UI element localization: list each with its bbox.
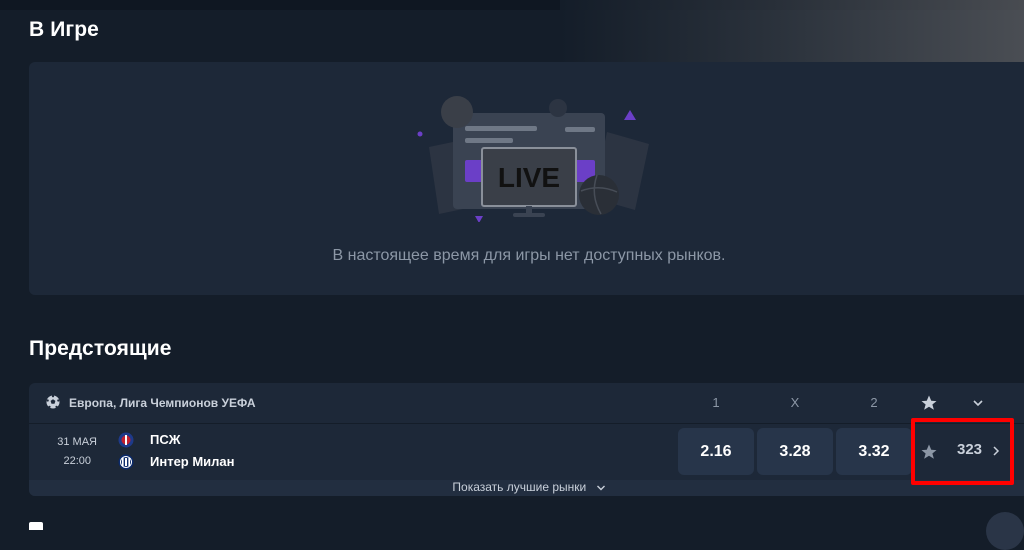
header-background-image [560,0,1024,62]
column-label-x: X [790,395,800,410]
soccer-ball-icon [46,395,60,409]
odd-button-1[interactable]: 2.16 [678,428,754,475]
live-illustration: LIVE [417,96,649,222]
event-date: 31 МАЯ [57,436,97,448]
league-name: Европа, Лига Чемпионов УЕФА [69,396,256,410]
inter-badge-icon [118,454,134,470]
chevron-down-icon[interactable] [972,397,984,409]
next-section-title-partial [29,522,43,530]
live-badge-text: LIVE [498,162,560,193]
home-team-name: ПСЖ [150,432,181,447]
away-team-name: Интер Милан [150,454,235,469]
live-empty-panel: LIVE В настоящее время для игры нет дост… [29,62,1024,295]
show-best-markets-button[interactable]: Показать лучшие рынки [29,480,1024,496]
psg-badge-icon [118,432,134,448]
column-label-1: 1 [712,395,720,410]
show-best-markets-label: Показать лучшие рынки [452,480,587,494]
league-card: Европа, Лига Чемпионов УЕФА 1 X 2 31 МАЯ… [29,383,1024,496]
no-markets-message: В настоящее время для игры нет доступных… [332,247,726,264]
league-header[interactable]: Европа, Лига Чемпионов УЕФА 1 X 2 [29,383,1024,424]
chevron-down-icon [596,485,605,491]
upcoming-section-title: Предстоящие [29,337,172,360]
live-section-title: В Игре [29,18,99,41]
event-row[interactable]: 31 МАЯ 22:00 ПСЖ Интер Милан 2.16 3.28 3… [29,424,1024,480]
column-label-2: 2 [870,395,878,410]
star-icon[interactable] [920,394,938,412]
annotation-highlight-box [911,418,1014,485]
event-time: 22:00 [63,455,91,467]
odd-button-x[interactable]: 3.28 [757,428,833,475]
scroll-top-button[interactable] [986,512,1024,550]
odd-button-2[interactable]: 3.32 [836,428,912,475]
